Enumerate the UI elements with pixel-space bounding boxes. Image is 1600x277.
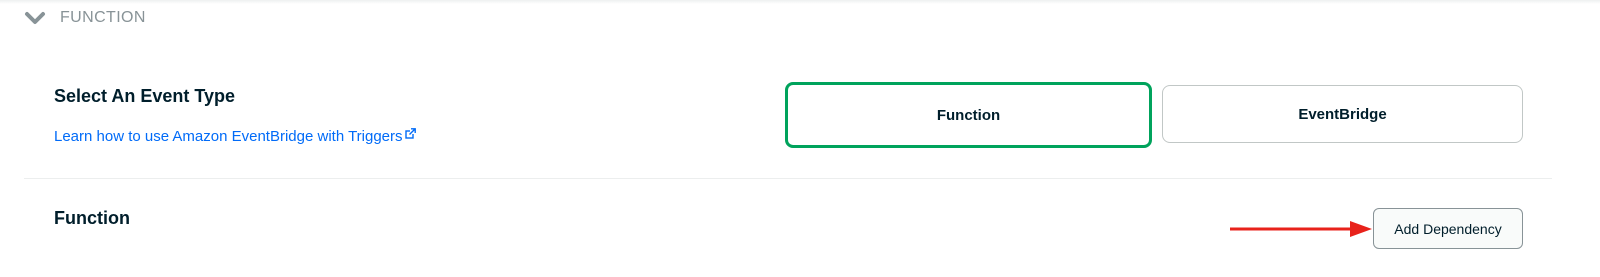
top-shadow xyxy=(0,0,1600,4)
function-card-label: Function xyxy=(936,106,1001,124)
function-heading: Function xyxy=(54,208,130,228)
event-type-eventbridge-card[interactable]: EventBridge xyxy=(1162,85,1523,143)
page: FUNCTION Select An Event Type Learn how … xyxy=(0,0,1600,277)
learn-link-text: Learn how to use Amazon EventBridge with… xyxy=(54,128,403,145)
event-type-function-card[interactable]: Function xyxy=(785,82,1152,148)
add-dependency-label: Add Dependency xyxy=(1394,220,1502,237)
external-link-icon xyxy=(404,126,416,143)
add-dependency-button[interactable]: Add Dependency xyxy=(1373,208,1523,249)
divider xyxy=(24,178,1552,179)
annotation-arrow-icon xyxy=(1230,221,1372,237)
eventbridge-card-label: EventBridge xyxy=(1298,105,1387,123)
section-title: FUNCTION xyxy=(60,9,146,26)
eventbridge-learn-link[interactable]: Learn how to use Amazon EventBridge with… xyxy=(54,128,416,145)
function-section-toggle[interactable]: FUNCTION xyxy=(24,4,146,32)
event-type-heading: Select An Event Type xyxy=(54,86,236,106)
chevron-down-icon[interactable] xyxy=(24,10,46,26)
